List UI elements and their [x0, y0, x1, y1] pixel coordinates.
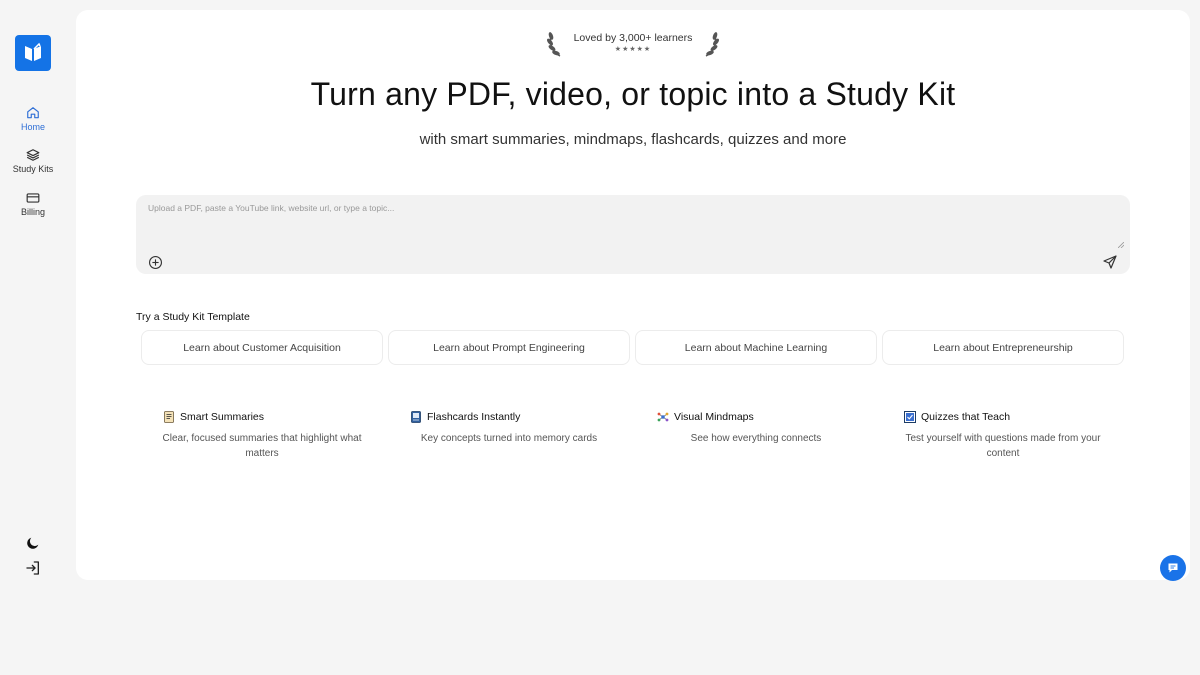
feature-quizzes: Quizzes that Teach Test yourself with qu…: [888, 411, 1118, 461]
feature-description: Clear, focused summaries that highlight …: [162, 433, 362, 459]
book-logo-icon: [25, 42, 41, 61]
feature-title: Smart Summaries: [180, 411, 265, 423]
moon-icon[interactable]: [25, 535, 41, 551]
feature-description: Test yourself with questions made from y…: [905, 433, 1101, 459]
composer: [136, 195, 1130, 274]
feature-description: See how everything connects: [690, 433, 822, 444]
sidebar-item-label: Home: [20, 122, 45, 132]
page-title: Turn any PDF, video, or topic into a Stu…: [310, 76, 956, 112]
badge-text: Loved by 3,000+ learners: [573, 32, 693, 44]
main-panel: Loved by 3,000+ learners ★★★★★ Turn any …: [76, 10, 1190, 580]
page-subtitle: with smart summaries, mindmaps, flashcar…: [419, 131, 847, 148]
laurel-right-icon: [706, 32, 720, 57]
laurel-left-icon: [546, 32, 560, 57]
home-icon: [27, 107, 39, 119]
feature-description: Key concepts turned into memory cards: [420, 433, 598, 444]
sidebar-item-billing[interactable]: Billing: [0, 191, 66, 217]
social-proof-badge: Loved by 3,000+ learners ★★★★★: [76, 28, 1190, 63]
document-icon: [164, 411, 174, 423]
feature-flashcards: Flashcards Instantly Key concepts turned…: [394, 411, 624, 446]
template-button-entrepreneurship[interactable]: Learn about Entrepreneurship: [882, 330, 1124, 365]
template-button-prompt-engineering[interactable]: Learn about Prompt Engineering: [388, 330, 630, 365]
mindmap-icon: [657, 412, 669, 422]
resize-handle-icon[interactable]: [1118, 242, 1124, 248]
app-logo[interactable]: [15, 35, 51, 71]
sidebar: Home Study Kits Billing: [0, 0, 66, 675]
sidebar-item-label: Billing: [20, 207, 45, 217]
rating-stars: ★★★★★: [614, 46, 652, 53]
chat-support-button[interactable]: [1160, 555, 1186, 581]
add-attachment-button[interactable]: [148, 255, 163, 270]
sidebar-item-home[interactable]: Home: [0, 106, 66, 132]
send-button[interactable]: [1102, 254, 1118, 270]
credit-card-icon: [26, 193, 40, 203]
sidebar-item-label: Study Kits: [12, 164, 54, 174]
feature-title: Flashcards Instantly: [427, 411, 521, 423]
feature-title: Visual Mindmaps: [674, 411, 754, 423]
logout-icon[interactable]: [25, 560, 41, 576]
topic-input[interactable]: [148, 203, 1118, 247]
quiz-icon: [904, 411, 916, 423]
feature-mindmaps: Visual Mindmaps See how everything conne…: [641, 411, 871, 446]
templates-heading: Try a Study Kit Template: [136, 311, 250, 323]
chat-icon: [1168, 563, 1178, 573]
template-button-customer-acquisition[interactable]: Learn about Customer Acquisition: [141, 330, 383, 365]
feature-title: Quizzes that Teach: [921, 411, 1011, 423]
template-button-machine-learning[interactable]: Learn about Machine Learning: [635, 330, 877, 365]
sidebar-item-study-kits[interactable]: Study Kits: [0, 148, 66, 174]
layers-icon: [26, 149, 40, 161]
feature-smart-summaries: Smart Summaries Clear, focused summaries…: [147, 411, 377, 461]
flashcard-icon: [411, 411, 421, 423]
